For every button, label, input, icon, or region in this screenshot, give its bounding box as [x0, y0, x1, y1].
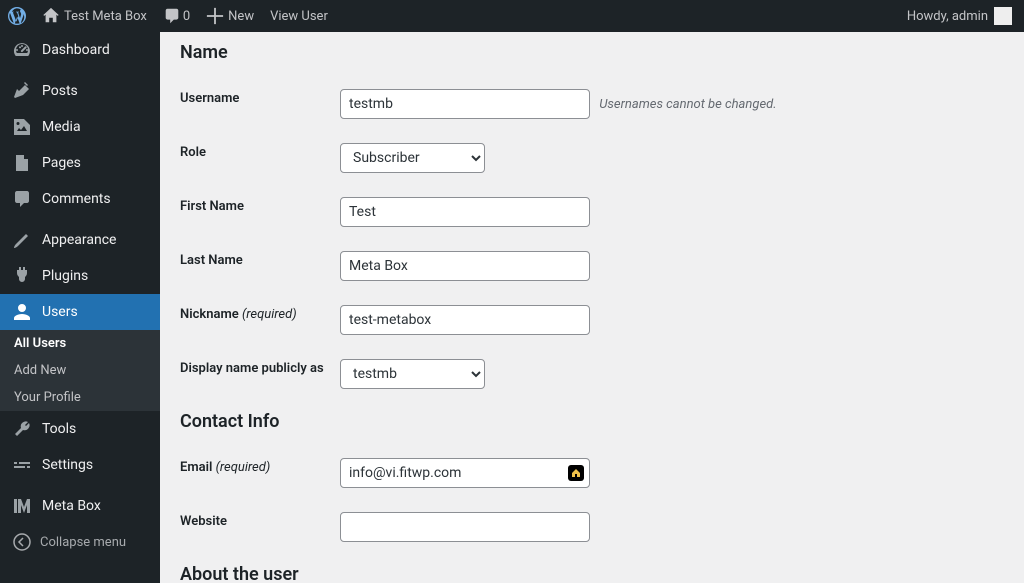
comment-icon	[12, 189, 32, 209]
comment-icon	[163, 7, 181, 25]
lastname-input[interactable]	[340, 251, 590, 281]
label-firstname: First Name	[180, 185, 340, 239]
admin-sidebar: Dashboard Posts Media Pages Comments App…	[0, 32, 160, 583]
wrench-icon	[12, 419, 32, 439]
sidebar-label-tools: Tools	[42, 420, 76, 438]
sidebar-item-settings[interactable]: Settings	[0, 447, 160, 483]
sidebar-label-posts: Posts	[42, 82, 78, 100]
sidebar-item-posts[interactable]: Posts	[0, 73, 160, 109]
label-username: Username	[180, 77, 340, 131]
pin-icon	[12, 81, 32, 101]
new-label: New	[228, 9, 254, 24]
account-link[interactable]: Howdy, admin	[907, 7, 1016, 25]
role-select[interactable]: Subscriber	[340, 143, 485, 173]
page-icon	[12, 153, 32, 173]
comment-count: 0	[183, 9, 190, 24]
label-role: Role	[180, 131, 340, 185]
hint-username: Usernames cannot be changed.	[599, 97, 776, 112]
sidebar-item-media[interactable]: Media	[0, 109, 160, 145]
autofill-icon	[568, 465, 584, 481]
section-contact: Contact Info	[180, 411, 1004, 432]
section-name: Name	[180, 42, 1004, 63]
collapse-label: Collapse menu	[40, 535, 126, 550]
sidebar-label-settings: Settings	[42, 456, 93, 474]
sidebar-item-comments[interactable]: Comments	[0, 181, 160, 217]
label-displayname: Display name publicly as	[180, 347, 340, 401]
avatar	[994, 7, 1012, 25]
view-user-label: View User	[270, 9, 328, 24]
wp-logo[interactable]	[0, 0, 34, 32]
collapse-menu[interactable]: Collapse menu	[0, 524, 160, 560]
label-email: Email (required)	[180, 446, 340, 500]
media-icon	[12, 117, 32, 137]
user-icon	[12, 302, 32, 322]
sidebar-label-appearance: Appearance	[42, 231, 116, 249]
metabox-icon	[12, 496, 32, 516]
content-area: Name Username Usernames cannot be change…	[160, 32, 1024, 583]
firstname-input[interactable]	[340, 197, 590, 227]
displayname-select[interactable]: testmb	[340, 359, 485, 389]
dashboard-icon	[12, 40, 32, 60]
sidebar-item-appearance[interactable]: Appearance	[0, 222, 160, 258]
sidebar-item-pages[interactable]: Pages	[0, 145, 160, 181]
howdy-text: Howdy, admin	[907, 9, 988, 24]
view-user-link[interactable]: View User	[262, 0, 336, 32]
sidebar-label-users: Users	[42, 303, 78, 321]
plus-icon	[206, 7, 224, 25]
sidebar-item-dashboard[interactable]: Dashboard	[0, 32, 160, 68]
submenu-your-profile[interactable]: Your Profile	[0, 384, 160, 411]
section-about: About the user	[180, 564, 1004, 583]
label-website: Website	[180, 500, 340, 554]
brush-icon	[12, 230, 32, 250]
site-name: Test Meta Box	[64, 9, 147, 24]
submenu-add-new[interactable]: Add New	[0, 357, 160, 384]
new-link[interactable]: New	[198, 0, 262, 32]
site-link[interactable]: Test Meta Box	[34, 0, 155, 32]
email-input[interactable]	[340, 458, 590, 488]
plugin-icon	[12, 266, 32, 286]
sidebar-label-media: Media	[42, 118, 81, 136]
submenu-all-users[interactable]: All Users	[0, 330, 160, 357]
username-input	[340, 89, 590, 119]
label-nickname: Nickname (required)	[180, 293, 340, 347]
collapse-icon	[12, 532, 32, 552]
sidebar-item-tools[interactable]: Tools	[0, 411, 160, 447]
settings-icon	[12, 455, 32, 475]
website-input[interactable]	[340, 512, 590, 542]
sidebar-label-comments: Comments	[42, 190, 111, 208]
sidebar-item-users[interactable]: Users	[0, 294, 160, 330]
sidebar-label-metabox: Meta Box	[42, 497, 101, 515]
admin-bar: Test Meta Box 0 New View User Howdy, adm…	[0, 0, 1024, 32]
comments-link[interactable]: 0	[155, 0, 198, 32]
label-lastname: Last Name	[180, 239, 340, 293]
sidebar-label-pages: Pages	[42, 154, 81, 172]
sidebar-item-plugins[interactable]: Plugins	[0, 258, 160, 294]
home-icon	[42, 7, 60, 25]
sidebar-label-dashboard: Dashboard	[42, 41, 110, 59]
sidebar-label-plugins: Plugins	[42, 267, 88, 285]
nickname-input[interactable]	[340, 305, 590, 335]
sidebar-item-metabox[interactable]: Meta Box	[0, 488, 160, 524]
wordpress-icon	[8, 7, 26, 25]
users-submenu: All Users Add New Your Profile	[0, 330, 160, 411]
